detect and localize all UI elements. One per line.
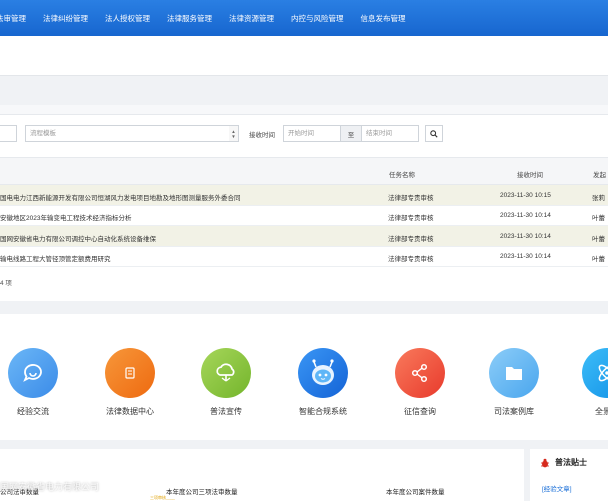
table-row[interactable]: 国网安徽省电力有限公司调控中心自动化系统设备维保 法律部专责审核 2023-11… [0, 226, 608, 247]
row-time: 2023-11-30 10:14 [500, 212, 551, 219]
row-sender: 张莉 [592, 194, 605, 202]
share-node-icon [395, 348, 445, 398]
row-time: 2023-11-30 10:14 [500, 232, 551, 240]
process-template-select[interactable] [25, 125, 230, 142]
header-receive-time: 接收时间 [517, 172, 543, 179]
nav-item-internal-control[interactable]: 内控与风险管理 [291, 13, 344, 24]
chevron-down-icon: ▼ [231, 133, 236, 139]
filter-row: ▲ ▼ 接收时间 至 [0, 125, 608, 143]
table-row[interactable]: 国电电力江西新能源开发有限公司恒湖风力发电项目地勘及地形图测量服务外委合同 法律… [0, 185, 608, 206]
nav-item-legal-review[interactable]: 法审管理 [0, 13, 26, 24]
app-experience-exchange[interactable]: 经验交流 [0, 348, 68, 417]
header-task-name: 任务名称 [389, 172, 415, 179]
table-total-count: 4 项 [0, 280, 12, 287]
row-title[interactable]: 安徽地区2023年输变电工程技术经济指标分析 [0, 212, 131, 222]
app-label: 智能合规系统 [299, 407, 347, 416]
receive-time-label: 接收时间 [249, 132, 275, 139]
tips-title: 普法贴士 [540, 457, 587, 468]
table-body: 国电电力江西新能源开发有限公司恒湖风力发电项目地勘及地形图测量服务外委合同 法律… [0, 185, 608, 267]
app-judicial-cases[interactable]: 司法案例库 [479, 348, 549, 417]
nav-item-legal-services[interactable]: 法律服务管理 [167, 13, 212, 24]
keyword-input[interactable] [0, 125, 17, 142]
tips-experience-link[interactable]: [经验文章] [542, 483, 572, 493]
table-row[interactable]: 安徽地区2023年输变电工程技术经济指标分析 法律部专责审核 2023-11-3… [0, 206, 608, 226]
section-gap [0, 77, 608, 105]
app-label: 法律数据中心 [106, 407, 154, 416]
app-label: 全景化 [595, 407, 608, 416]
cloud-tree-icon [201, 348, 251, 398]
sub-header-bar [0, 36, 608, 76]
app-legal-data-center[interactable]: 法律数据中心 [95, 348, 165, 417]
nav-item-corporate-authorization[interactable]: 法人授权管理 [105, 13, 150, 24]
app-panorama[interactable]: 全景化 [572, 348, 608, 417]
search-button[interactable] [425, 125, 443, 142]
stat-case-count: 本年度公司案件数量 [386, 489, 445, 496]
header-sender: 发起 [593, 172, 606, 179]
data-center-icon [105, 348, 155, 398]
row-task: 法律部专责审核 [388, 215, 434, 222]
app-label: 征信查询 [404, 407, 436, 416]
row-time: 2023-11-30 10:14 [500, 253, 551, 260]
range-to-label: 至 [341, 125, 361, 142]
task-panel: ▲ ▼ 接收时间 至 任务名称 接收时间 发起 国电电力江西新能源开发有限公司恒… [0, 105, 608, 301]
robot-icon [298, 348, 348, 398]
row-task: 法律部专责审核 [388, 235, 434, 243]
app-credit-inquiry[interactable]: 征信查询 [385, 348, 455, 417]
row-sender: 叶蕾 [592, 256, 605, 263]
process-template-spinner[interactable]: ▲ ▼ [229, 125, 239, 142]
statistics-panel: 公司法审数量 本年度公司三项法审数量 三项审核____ 本年度公司案件数量 [0, 449, 524, 501]
row-title[interactable]: 输电线路工程大管径顶管定额费用研究 [0, 253, 111, 263]
table-row[interactable]: 输电线路工程大管径顶管定额费用研究 法律部专责审核 2023-11-30 10:… [0, 247, 608, 267]
tips-title-text: 普法贴士 [555, 458, 587, 467]
app-shortcuts: 经验交流 法律数据中心 普法宣传 智能合规系统 征信查询 司法案例库 全景化 [0, 314, 608, 440]
app-label: 经验交流 [17, 407, 49, 416]
row-task: 法律部专责审核 [388, 256, 434, 263]
row-sender: 叶蕾 [592, 235, 605, 243]
watermark: 国网安徽省电力有限公司 [0, 482, 100, 492]
nav-item-legal-resources[interactable]: 法律资源管理 [229, 13, 274, 24]
app-law-publicity[interactable]: 普法宣传 [191, 348, 261, 417]
app-label: 司法案例库 [494, 407, 534, 416]
row-task: 法律部专责审核 [388, 194, 434, 202]
row-title[interactable]: 国电电力江西新能源开发有限公司恒湖风力发电项目地勘及地形图测量服务外委合同 [0, 192, 241, 202]
end-time-input[interactable] [361, 125, 419, 142]
stat-chart-note: 三项审核____ [150, 495, 175, 500]
chat-bubble-icon [8, 348, 58, 398]
start-time-input[interactable] [283, 125, 341, 142]
folder-icon [489, 348, 539, 398]
law-tips-panel: 普法贴士 [经验文章] [530, 449, 608, 501]
stat-three-reviews-count: 本年度公司三项法审数量 [166, 489, 238, 496]
nav-item-legal-disputes[interactable]: 法律纠纷管理 [43, 13, 88, 24]
nav-item-info-publishing[interactable]: 信息发布管理 [361, 13, 406, 24]
row-sender: 叶蕾 [592, 215, 605, 222]
atom-icon [582, 348, 608, 398]
top-nav: 法审管理 法律纠纷管理 法人授权管理 法律服务管理 法律资源管理 内控与风险管理… [0, 0, 608, 36]
search-icon [430, 129, 438, 138]
table-header: 任务名称 接收时间 发起 [0, 157, 608, 185]
row-title[interactable]: 国网安徽省电力有限公司调控中心自动化系统设备维保 [0, 233, 156, 243]
app-smart-compliance[interactable]: 智能合规系统 [288, 348, 358, 417]
bug-icon [541, 458, 549, 467]
app-label: 普法宣传 [210, 407, 242, 416]
row-time: 2023-11-30 10:15 [500, 191, 551, 199]
panel-header-strip [0, 105, 608, 115]
